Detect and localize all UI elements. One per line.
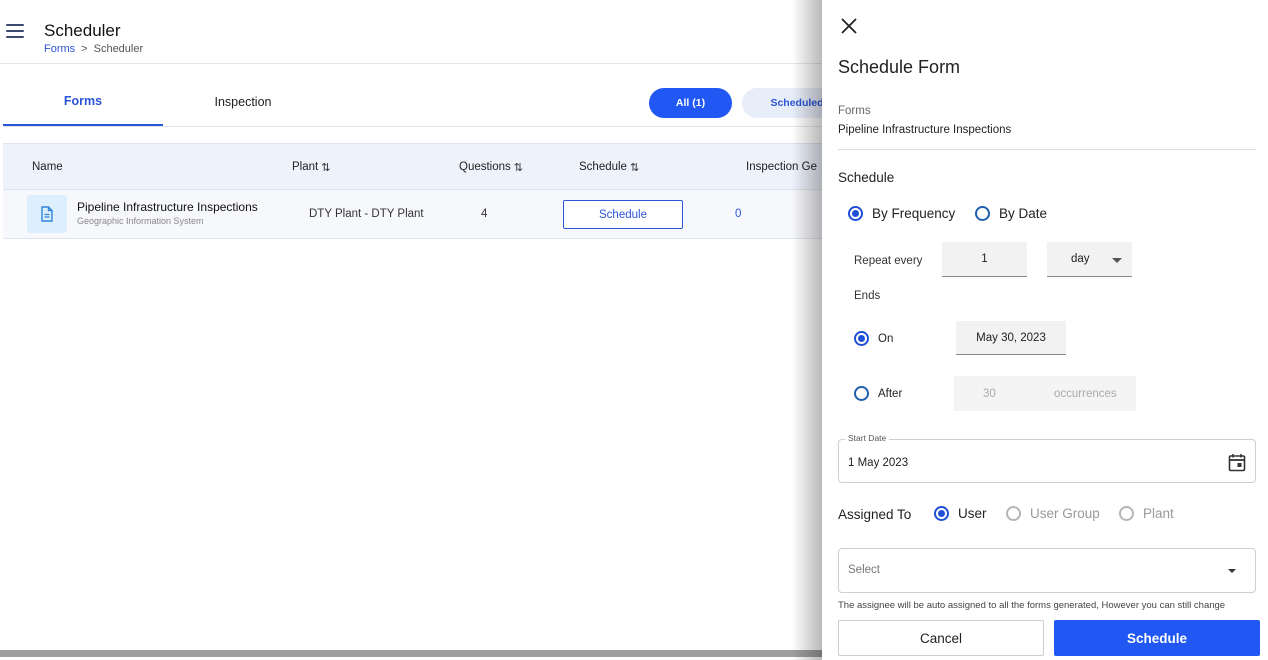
schedule-form-drawer: Schedule Form Forms Pipeline Infrastruct… xyxy=(822,0,1268,660)
breadcrumb-current: Scheduler xyxy=(93,43,144,55)
filter-scheduled-button[interactable]: Scheduled xyxy=(742,88,822,118)
assignee-hint: The assignee will be auto assigned to al… xyxy=(838,600,1226,611)
radio-indicator xyxy=(1119,506,1134,521)
drawer-title: Schedule Form xyxy=(838,57,961,77)
app-header: Scheduler Forms > Scheduler xyxy=(0,0,822,64)
radio-assign-plant[interactable]: Plant xyxy=(1119,506,1174,521)
schedule-button[interactable]: Schedule xyxy=(1054,620,1260,656)
assignee-placeholder: Select xyxy=(848,564,880,576)
column-header-inspections: Inspection Ge xyxy=(746,161,817,173)
radio-indicator xyxy=(854,331,869,346)
radio-ends-after[interactable]: After xyxy=(854,386,902,401)
repeat-every-label: Repeat every xyxy=(854,255,923,267)
radio-indicator xyxy=(934,506,949,521)
row-schedule-button[interactable]: Schedule xyxy=(563,200,683,229)
tabs-bar: Forms Inspection All (1) Scheduled xyxy=(3,78,822,127)
radio-indicator xyxy=(975,206,990,221)
filter-all-button[interactable]: All (1) xyxy=(649,88,732,118)
scheduler-app: Scheduler Forms > Scheduler Forms Inspecti… xyxy=(0,0,822,660)
sort-icon[interactable]: ⇅ xyxy=(630,161,639,174)
radio-indicator xyxy=(1006,506,1021,521)
cancel-button[interactable]: Cancel xyxy=(838,620,1044,656)
tab-forms[interactable]: Forms xyxy=(3,78,163,126)
start-date-field[interactable]: Start Date 1 May 2023 xyxy=(838,433,1256,483)
ends-on-date-input[interactable]: May 30, 2023 xyxy=(956,321,1066,355)
radio-assign-user[interactable]: User xyxy=(934,506,987,521)
breadcrumb-forms-link[interactable]: Forms xyxy=(44,43,75,55)
assignee-select[interactable]: Select xyxy=(838,548,1256,593)
repeat-every-input[interactable]: 1 xyxy=(942,242,1027,277)
forms-value: Pipeline Infrastructure Inspections xyxy=(838,124,1012,136)
inspections-count-link[interactable]: 0 xyxy=(735,190,741,238)
dropdown-caret-icon xyxy=(1228,569,1236,573)
column-header-name: Name xyxy=(32,161,63,173)
tab-inspection[interactable]: Inspection xyxy=(163,78,323,126)
close-icon[interactable] xyxy=(838,15,860,37)
radio-by-date[interactable]: By Date xyxy=(975,206,1047,221)
column-header-schedule[interactable]: Schedule ⇅ xyxy=(579,144,639,190)
start-date-value: 1 May 2023 xyxy=(848,457,909,469)
schedule-section-label: Schedule xyxy=(838,170,895,185)
sort-icon[interactable]: ⇅ xyxy=(514,161,523,174)
menu-icon[interactable] xyxy=(6,24,24,38)
column-header-plant[interactable]: Plant ⇅ xyxy=(292,144,330,190)
radio-indicator xyxy=(848,206,863,221)
document-icon xyxy=(27,195,67,233)
column-header-questions[interactable]: Questions ⇅ xyxy=(459,144,523,190)
start-date-label: Start Date xyxy=(845,433,890,443)
form-name: Pipeline Infrastructure Inspections xyxy=(77,200,258,214)
dropdown-caret-icon xyxy=(1112,258,1122,263)
table-row[interactable]: Pipeline Infrastructure Inspections Geog… xyxy=(3,190,822,239)
calendar-icon[interactable] xyxy=(1228,453,1246,477)
horizontal-scrollbar[interactable] xyxy=(0,650,822,657)
table-header: Name Plant ⇅ Questions ⇅ Schedule ⇅ Inspect… xyxy=(3,143,822,190)
breadcrumb-separator: > xyxy=(81,43,88,55)
forms-table: Name Plant ⇅ Questions ⇅ Schedule ⇅ Inspect… xyxy=(3,143,822,239)
page-title: Scheduler xyxy=(44,21,121,40)
radio-assign-user-group[interactable]: User Group xyxy=(1006,506,1100,521)
ends-label: Ends xyxy=(854,290,881,302)
questions-cell: 4 xyxy=(481,208,488,220)
radio-indicator xyxy=(854,386,869,401)
radio-by-frequency[interactable]: By Frequency xyxy=(848,206,955,221)
sort-icon[interactable]: ⇅ xyxy=(321,161,330,174)
forms-label: Forms xyxy=(838,105,871,117)
radio-ends-on[interactable]: On xyxy=(854,331,893,346)
plant-cell: DTY Plant - DTY Plant xyxy=(309,208,424,220)
assigned-to-label: Assigned To xyxy=(838,507,912,522)
breadcrumb: Forms > Scheduler xyxy=(44,43,143,55)
ends-after-input[interactable]: 30 occurrences xyxy=(954,376,1136,411)
divider xyxy=(838,149,1256,150)
repeat-unit-select[interactable]: day xyxy=(1047,242,1132,277)
form-description: Geographic Information System xyxy=(77,216,204,226)
